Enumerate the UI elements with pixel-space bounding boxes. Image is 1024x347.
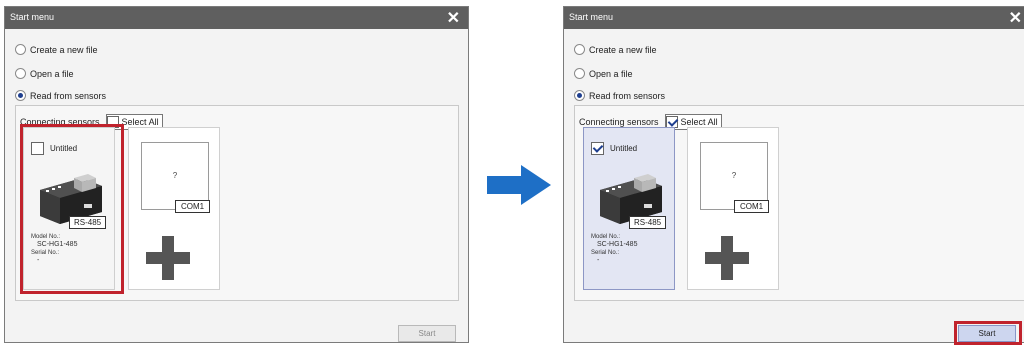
radio-open-file[interactable]: Open a file — [574, 68, 633, 79]
sensor-meta: Model No.: SC-HG1-485 Serial No.: - — [591, 233, 637, 265]
plus-icon-vertical[interactable] — [162, 236, 174, 280]
radio-indicator[interactable] — [15, 68, 26, 79]
title-bar: Start menu ✕ — [564, 7, 1024, 29]
radio-label: Create a new file — [30, 44, 98, 55]
close-icon[interactable]: ✕ — [447, 8, 460, 28]
select-all-label: Select All — [680, 117, 718, 127]
model-label: Model No.: — [31, 234, 61, 240]
start-button[interactable]: Start — [398, 325, 456, 342]
radio-indicator[interactable] — [574, 90, 585, 101]
sensor-card[interactable]: Untitled RS-485 Model No.: SC-HG1-485 Se… — [23, 127, 115, 290]
radio-indicator[interactable] — [15, 90, 26, 101]
connecting-sensors-label: Connecting sensors — [579, 117, 659, 127]
sensor-checkbox-row[interactable]: Untitled — [31, 142, 77, 155]
sensor-panel: Connecting sensors Select All Untitled R… — [15, 105, 459, 301]
radio-label: Create a new file — [589, 44, 657, 55]
serial-value: - — [597, 257, 600, 264]
unknown-sensor-card[interactable]: ? COM1 — [128, 127, 220, 290]
sensor-name: Untitled — [50, 144, 78, 153]
radio-create-new-file[interactable]: Create a new file — [15, 44, 98, 55]
radio-label: Read from sensors — [30, 90, 107, 101]
sensor-name: Untitled — [610, 144, 638, 153]
radio-label: Open a file — [30, 68, 74, 79]
radio-indicator[interactable] — [574, 44, 585, 55]
port-tag: COM1 — [175, 200, 211, 213]
port-tag: COM1 — [734, 200, 770, 213]
model-value: SC-HG1-485 — [37, 241, 78, 248]
radio-open-file[interactable]: Open a file — [15, 68, 74, 79]
start-menu-window-before: Start menu ✕ Create a new file Open a fi… — [4, 6, 469, 343]
sensor-checkbox[interactable] — [31, 142, 44, 155]
close-icon[interactable]: ✕ — [1009, 8, 1022, 28]
serial-value: - — [37, 257, 40, 264]
window-title: Start menu — [569, 12, 614, 22]
radio-label: Open a file — [589, 68, 633, 79]
unknown-sensor-card[interactable]: ? COM1 — [687, 127, 779, 290]
interface-tag: RS-485 — [629, 216, 667, 229]
radio-create-new-file[interactable]: Create a new file — [574, 44, 657, 55]
radio-indicator[interactable] — [574, 68, 585, 79]
sensor-checkbox-row[interactable]: Untitled — [591, 142, 637, 155]
plus-icon-vertical[interactable] — [721, 236, 733, 280]
connecting-sensors-label: Connecting sensors — [20, 117, 100, 127]
select-all-label: Select All — [121, 117, 159, 127]
radio-read-from-sensors[interactable]: Read from sensors — [15, 90, 106, 101]
sensor-panel: Connecting sensors Select All Untitled R… — [574, 105, 1024, 301]
window-title: Start menu — [10, 12, 55, 22]
start-menu-window-after: Start menu ✕ Create a new file Open a fi… — [563, 6, 1024, 343]
title-bar: Start menu ✕ — [5, 7, 468, 29]
radio-indicator[interactable] — [15, 44, 26, 55]
sensor-checkbox[interactable] — [591, 142, 604, 155]
right-arrow-icon — [487, 165, 551, 205]
interface-tag: RS-485 — [69, 216, 107, 229]
radio-label: Read from sensors — [589, 90, 666, 101]
sensor-meta: Model No.: SC-HG1-485 Serial No.: - — [31, 233, 77, 265]
radio-read-from-sensors[interactable]: Read from sensors — [574, 90, 665, 101]
model-value: SC-HG1-485 — [597, 241, 638, 248]
serial-label: Serial No.: — [31, 250, 60, 256]
model-label: Model No.: — [591, 234, 621, 240]
start-button[interactable]: Start — [958, 325, 1016, 342]
sensor-card[interactable]: Untitled RS-485 Model No.: SC-HG1-485 Se… — [583, 127, 675, 290]
serial-label: Serial No.: — [591, 250, 620, 256]
